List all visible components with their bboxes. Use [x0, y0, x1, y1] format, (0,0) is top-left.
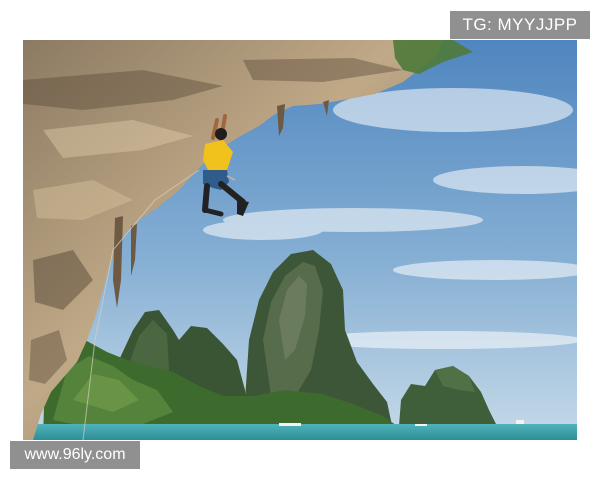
climbing-photo — [23, 40, 577, 440]
watermark-telegram: TG: MYYJJPP — [450, 11, 590, 39]
watermark-website: www.96ly.com — [10, 441, 140, 469]
sea — [23, 424, 577, 440]
